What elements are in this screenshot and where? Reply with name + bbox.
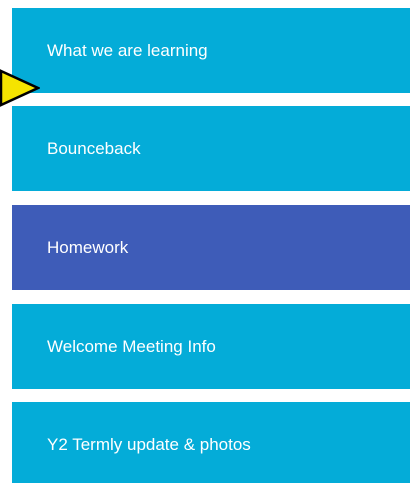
menu-item-bounceback[interactable]: Bounceback <box>12 106 410 191</box>
navigation-panel: What we are learning Bounceback Homework… <box>0 0 410 483</box>
menu-item-label: Bounceback <box>47 138 141 158</box>
menu-item-label: Y2 Termly update & photos <box>47 434 251 454</box>
arrow-pointer-icon <box>0 69 40 107</box>
menu-item-y2-termly-update[interactable]: Y2 Termly update & photos <box>12 402 410 483</box>
menu-item-homework[interactable]: Homework <box>12 205 410 290</box>
arrow-pointer-shape <box>0 69 40 107</box>
menu-item-label: What we are learning <box>47 40 208 60</box>
menu-item-what-we-are-learning[interactable]: What we are learning <box>12 8 410 93</box>
menu-item-label: Homework <box>47 237 129 257</box>
menu-item-welcome-meeting-info[interactable]: Welcome Meeting Info <box>12 304 410 389</box>
menu-item-label: Welcome Meeting Info <box>47 336 216 356</box>
